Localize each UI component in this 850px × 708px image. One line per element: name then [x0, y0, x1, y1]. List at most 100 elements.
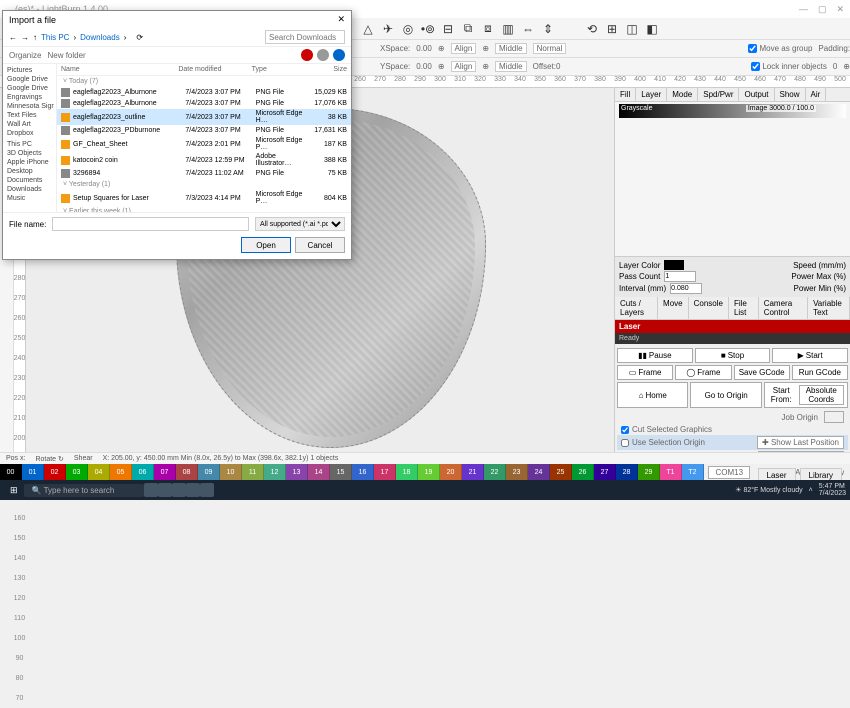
nav-fwd-icon[interactable]: → — [21, 33, 29, 42]
color-swatch[interactable]: T1 — [660, 464, 682, 480]
taskbar-app-2[interactable] — [158, 483, 172, 497]
windows-taskbar[interactable]: ⊞ 🔍 Type here to search ☀ 82°F Mostly cl… — [0, 480, 850, 500]
align-icon[interactable]: ⊟ — [440, 21, 456, 37]
color-swatch[interactable]: 04 — [88, 464, 110, 480]
weather-widget[interactable]: ☀ 82°F Mostly cloudy — [735, 486, 802, 494]
panel-tab[interactable]: Variable Text — [808, 297, 850, 319]
taskbar-app-4[interactable] — [186, 483, 200, 497]
color-swatch[interactable]: 12 — [264, 464, 286, 480]
sidebar-item[interactable]: Music — [5, 194, 54, 203]
mirror-v-icon[interactable]: ⇕ — [540, 21, 556, 37]
color-swatch[interactable]: 18 — [396, 464, 418, 480]
color-swatch[interactable]: 08 — [176, 464, 198, 480]
sidebar-item[interactable]: Apple iPhone — [5, 158, 54, 167]
sidebar-item[interactable]: Google Drive — [5, 84, 54, 93]
normal-dd[interactable]: Normal — [533, 43, 567, 54]
open-button[interactable]: Open — [241, 237, 291, 253]
interval-input[interactable] — [670, 283, 702, 294]
array-icon[interactable]: ▥ — [500, 21, 516, 37]
file-group-header[interactable]: ˅ Yesterday (1) — [57, 179, 351, 190]
triangle-icon[interactable]: △ — [360, 21, 376, 37]
color-swatch[interactable]: 16 — [352, 464, 374, 480]
sidebar-item[interactable]: Text Files — [5, 111, 54, 120]
align-dd-2[interactable]: Align — [451, 61, 477, 72]
weld-icon[interactable]: ◫ — [624, 21, 640, 37]
save-gcode-button[interactable]: Save GCode — [734, 365, 790, 380]
goto-origin-button[interactable]: Go to Origin — [690, 382, 761, 408]
yspace-value[interactable]: 0.00 — [416, 62, 432, 71]
start-from-select[interactable]: Absolute Coords — [799, 385, 844, 405]
sidebar-item[interactable]: This PC — [5, 140, 54, 149]
organize-button[interactable]: Organize — [9, 51, 41, 60]
file-list[interactable]: Name Date modified Type Size ˅ Today (7)… — [57, 64, 351, 212]
dialog-search-input[interactable] — [265, 30, 345, 44]
panel-tab[interactable]: Console — [689, 297, 729, 319]
color-swatch[interactable]: 20 — [440, 464, 462, 480]
color-swatch[interactable]: T2 — [682, 464, 704, 480]
sidebar-item[interactable]: Pictures — [5, 66, 54, 75]
sidebar-item[interactable]: Engravings — [5, 93, 54, 102]
cancel-button[interactable]: Cancel — [295, 237, 345, 253]
run-gcode-button[interactable]: Run GCode — [792, 365, 848, 380]
color-swatch[interactable]: 28 — [616, 464, 638, 480]
taskbar-app-5[interactable] — [200, 483, 214, 497]
dialog-sidebar[interactable]: PicturesGoogle DriveGoogle DriveEngravin… — [3, 64, 57, 212]
color-swatch[interactable]: 19 — [418, 464, 440, 480]
middle-dd-1[interactable]: Middle — [495, 43, 527, 54]
file-row[interactable]: katocoin2 coin7/4/2023 12:59 PMAdobe Ill… — [57, 152, 351, 168]
file-group-header[interactable]: ˅ Today (7) — [57, 76, 351, 87]
color-swatch[interactable]: 22 — [484, 464, 506, 480]
send-icon[interactable]: ✈ — [380, 21, 396, 37]
panel-tab[interactable]: Cuts / Layers — [615, 297, 658, 319]
file-row[interactable]: eagleflag22023_Alburnone7/4/2023 3:07 PM… — [57, 98, 351, 109]
crumb-pc[interactable]: This PC — [41, 33, 69, 42]
group-icon[interactable]: ⧉ — [460, 21, 476, 37]
panel-tab[interactable]: File List — [729, 297, 759, 319]
panel-tab[interactable]: Move — [658, 297, 689, 319]
grayscale-layer-row[interactable]: Grayscale Image 3000.0 / 100.0 — [619, 104, 846, 118]
color-swatch[interactable]: 24 — [528, 464, 550, 480]
frame-circle-button[interactable]: ◯Frame — [675, 365, 731, 380]
file-row[interactable]: Setup Squares for Laser7/3/2023 4:14 PMM… — [57, 190, 351, 206]
passcount-input[interactable] — [664, 271, 696, 282]
layer-col[interactable]: Output — [739, 88, 774, 101]
file-row[interactable]: eagleflag22023_PDburnone7/4/2023 3:07 PM… — [57, 125, 351, 136]
col-date[interactable]: Date modified — [178, 66, 251, 73]
layer-color-swatch[interactable] — [664, 260, 684, 270]
color-swatch[interactable]: 02 — [44, 464, 66, 480]
lock-inner-check[interactable] — [751, 62, 760, 71]
color-swatch[interactable]: 17 — [374, 464, 396, 480]
align-dd-1[interactable]: Align — [451, 43, 477, 54]
file-row[interactable]: GF_Cheat_Sheet7/4/2023 2:01 PMMicrosoft … — [57, 136, 351, 152]
dot-tool-icon[interactable]: •⊚ — [420, 21, 436, 37]
col-name[interactable]: Name — [61, 66, 178, 73]
nav-up-icon[interactable]: ↑ — [33, 33, 37, 42]
show-last-position-button[interactable]: ✚ Show Last Position — [757, 436, 844, 449]
xspace-value[interactable]: 0.00 — [416, 44, 432, 53]
sidebar-item[interactable]: Dropbox — [5, 129, 54, 138]
col-size[interactable]: Size — [310, 66, 347, 73]
color-swatch[interactable]: 06 — [132, 464, 154, 480]
maximize-icon[interactable]: ▢ — [818, 4, 827, 15]
stop-button[interactable]: ■Stop — [695, 348, 771, 363]
cut-selected-option[interactable]: Cut Selected Graphics — [617, 424, 848, 435]
dialog-close-icon[interactable]: ✕ — [337, 14, 345, 25]
pause-button[interactable]: ▮▮Pause — [617, 348, 693, 363]
color-swatch[interactable]: 29 — [638, 464, 660, 480]
sidebar-item[interactable]: Downloads — [5, 185, 54, 194]
file-row[interactable]: eagleflag22023_outline7/4/2023 3:07 PMMi… — [57, 109, 351, 125]
job-origin-grid[interactable] — [824, 411, 844, 423]
color-swatch[interactable]: 23 — [506, 464, 528, 480]
target-icon[interactable]: ◎ — [400, 21, 416, 37]
sidebar-item[interactable]: Wall Art — [5, 120, 54, 129]
color-swatch[interactable]: 09 — [198, 464, 220, 480]
color-swatch[interactable]: 03 — [66, 464, 88, 480]
boolean-icon[interactable]: ◧ — [644, 21, 660, 37]
use-selection-origin-option[interactable] — [621, 439, 629, 447]
sidebar-item[interactable]: 3D Objects — [5, 149, 54, 158]
panel-tab[interactable]: Camera Control — [759, 297, 808, 319]
color-swatch[interactable]: 00 — [0, 464, 22, 480]
color-swatch[interactable]: 27 — [594, 464, 616, 480]
help-icon[interactable] — [333, 49, 345, 61]
middle-dd-2[interactable]: Middle — [495, 61, 527, 72]
